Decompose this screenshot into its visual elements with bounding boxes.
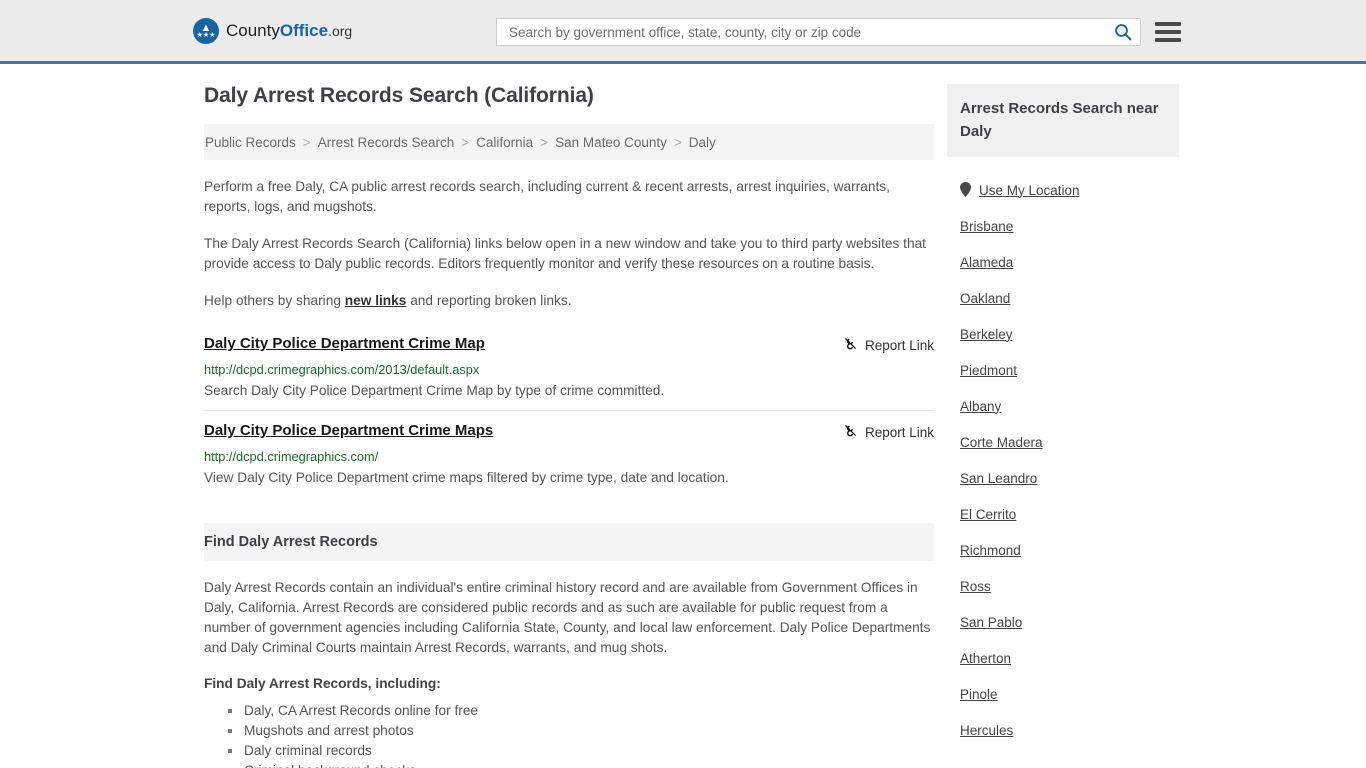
logo-text-office: Office bbox=[279, 20, 329, 40]
intro-paragraph-1: Perform a free Daly, CA public arrest re… bbox=[204, 179, 890, 214]
breadcrumb-item-california[interactable]: California bbox=[476, 135, 533, 150]
breadcrumb-item-san-mateo-county[interactable]: San Mateo County bbox=[555, 135, 667, 150]
report-link-button[interactable]: Report Link bbox=[843, 423, 934, 441]
sidebar-city-link[interactable]: Corte Madera bbox=[960, 435, 1043, 450]
list-item: Daly, CA Arrest Records online for free bbox=[228, 701, 934, 721]
use-my-location-link[interactable]: Use My Location bbox=[979, 183, 1080, 198]
sidebar-item-pinole[interactable]: Pinole bbox=[947, 676, 1179, 712]
search-input[interactable] bbox=[507, 23, 1114, 41]
section-body: Daly Arrest Records contain an individua… bbox=[204, 578, 934, 768]
help-paragraph: Help others by sharing new links and rep… bbox=[204, 291, 934, 311]
eagle-shield-icon: ▲ ★★★ bbox=[193, 17, 219, 44]
list-item: Mugshots and arrest photos bbox=[228, 721, 934, 741]
site-logo[interactable]: ▲ ★★★ CountyOffice.org bbox=[193, 17, 352, 44]
search-box[interactable] bbox=[496, 18, 1141, 46]
link-results-list: Daly City Police Department Crime Map Re… bbox=[204, 333, 934, 497]
sidebar-city-list: Use My Location Brisbane Alameda Oakland… bbox=[947, 172, 1179, 748]
sidebar-item-richmond[interactable]: Richmond bbox=[947, 532, 1179, 568]
link-result-header: Daly City Police Department Crime Map Re… bbox=[204, 335, 934, 354]
sidebar-item-san-leandro[interactable]: San Leandro bbox=[947, 460, 1179, 496]
main-column: Daly Arrest Records Search (California) … bbox=[204, 84, 934, 768]
report-link-button[interactable]: Report Link bbox=[843, 336, 934, 354]
site-header: ▲ ★★★ CountyOffice.org bbox=[0, 0, 1366, 64]
section-heading: Find Daly Arrest Records bbox=[204, 523, 934, 561]
sidebar-city-link[interactable]: Oakland bbox=[960, 291, 1010, 306]
link-result-header: Daly City Police Department Crime Maps R… bbox=[204, 422, 934, 441]
sidebar-city-link[interactable]: San Leandro bbox=[960, 471, 1037, 486]
sidebar-city-link[interactable]: Pinole bbox=[960, 687, 998, 702]
link-result-url[interactable]: http://dcpd.crimegraphics.com/2013/defau… bbox=[204, 362, 934, 377]
help-prefix: Help others by sharing bbox=[204, 293, 345, 308]
broken-link-icon bbox=[843, 336, 858, 354]
logo-text-county: County bbox=[226, 20, 280, 40]
sidebar-city-link[interactable]: Berkeley bbox=[960, 327, 1013, 342]
logo-text-org: .org bbox=[328, 22, 353, 39]
sidebar-item-oakland[interactable]: Oakland bbox=[947, 280, 1179, 316]
breadcrumb-separator: > bbox=[540, 134, 549, 150]
sidebar-item-use-my-location[interactable]: Use My Location bbox=[947, 172, 1179, 208]
page-title: Daly Arrest Records Search (California) bbox=[204, 84, 594, 107]
report-link-label: Report Link bbox=[864, 424, 934, 440]
sidebar-city-link[interactable]: Richmond bbox=[960, 543, 1021, 558]
breadcrumb-item-public-records[interactable]: Public Records bbox=[205, 135, 296, 150]
search-area bbox=[496, 18, 1181, 46]
sidebar-city-link[interactable]: Piedmont bbox=[960, 363, 1017, 378]
sidebar: Arrest Records Search near Daly Use My L… bbox=[947, 84, 1179, 768]
breadcrumb-item-daly[interactable]: Daly bbox=[689, 135, 716, 150]
sidebar-item-hercules[interactable]: Hercules bbox=[947, 712, 1179, 748]
section-feature-list: Daly, CA Arrest Records online for free … bbox=[204, 701, 934, 768]
help-suffix: and reporting broken links. bbox=[406, 293, 572, 308]
section-list-heading: Find Daly Arrest Records, including: bbox=[204, 676, 441, 691]
sidebar-city-link[interactable]: Brisbane bbox=[960, 219, 1013, 234]
logo-text: CountyOffice.org bbox=[226, 21, 352, 41]
sidebar-heading: Arrest Records Search near Daly bbox=[947, 84, 1179, 157]
sidebar-city-link[interactable]: San Pablo bbox=[960, 615, 1022, 630]
link-result-title[interactable]: Daly City Police Department Crime Map bbox=[204, 335, 485, 352]
new-links-link[interactable]: new links bbox=[345, 293, 407, 308]
sidebar-city-link[interactable]: El Cerrito bbox=[960, 507, 1016, 522]
section-paragraph: Daly Arrest Records contain an individua… bbox=[204, 580, 931, 655]
link-result-description: View Daly City Police Department crime m… bbox=[204, 470, 729, 485]
report-link-label: Report Link bbox=[864, 337, 934, 353]
sidebar-city-link[interactable]: Hercules bbox=[960, 723, 1013, 738]
link-result-url[interactable]: http://dcpd.crimegraphics.com/ bbox=[204, 449, 934, 464]
sidebar-city-link[interactable]: Alameda bbox=[960, 255, 1013, 270]
link-result-description: Search Daly City Police Department Crime… bbox=[204, 383, 665, 398]
breadcrumb-separator: > bbox=[461, 134, 470, 150]
search-icon[interactable] bbox=[1114, 23, 1132, 41]
link-result-item: Daly City Police Department Crime Maps R… bbox=[204, 410, 934, 497]
sidebar-city-link[interactable]: Atherton bbox=[960, 651, 1011, 666]
hamburger-menu-icon[interactable] bbox=[1155, 22, 1181, 42]
list-item: Daly criminal records bbox=[228, 741, 934, 761]
page-body: Daly Arrest Records Search (California) … bbox=[0, 64, 1366, 768]
sidebar-item-brisbane[interactable]: Brisbane bbox=[947, 208, 1179, 244]
sidebar-item-berkeley[interactable]: Berkeley bbox=[947, 316, 1179, 352]
sidebar-city-link[interactable]: Albany bbox=[960, 399, 1001, 414]
broken-link-icon bbox=[843, 423, 858, 441]
sidebar-item-san-pablo[interactable]: San Pablo bbox=[947, 604, 1179, 640]
sidebar-item-corte-madera[interactable]: Corte Madera bbox=[947, 424, 1179, 460]
link-result-item: Daly City Police Department Crime Map Re… bbox=[204, 333, 934, 410]
sidebar-item-alameda[interactable]: Alameda bbox=[947, 244, 1179, 280]
sidebar-item-piedmont[interactable]: Piedmont bbox=[947, 352, 1179, 388]
breadcrumb: Public Records > Arrest Records Search >… bbox=[204, 124, 934, 160]
sidebar-city-link[interactable]: Ross bbox=[960, 579, 991, 594]
intro-paragraph-2: The Daly Arrest Records Search (Californ… bbox=[204, 236, 926, 271]
breadcrumb-item-arrest-records-search[interactable]: Arrest Records Search bbox=[318, 135, 455, 150]
link-result-title[interactable]: Daly City Police Department Crime Maps bbox=[204, 422, 493, 439]
sidebar-item-el-cerrito[interactable]: El Cerrito bbox=[947, 496, 1179, 532]
map-pin-icon bbox=[960, 181, 971, 199]
sidebar-item-ross[interactable]: Ross bbox=[947, 568, 1179, 604]
breadcrumb-separator: > bbox=[673, 134, 682, 150]
list-item: Criminal background checks bbox=[228, 761, 934, 768]
breadcrumb-separator: > bbox=[302, 134, 311, 150]
sidebar-item-albany[interactable]: Albany bbox=[947, 388, 1179, 424]
sidebar-item-atherton[interactable]: Atherton bbox=[947, 640, 1179, 676]
